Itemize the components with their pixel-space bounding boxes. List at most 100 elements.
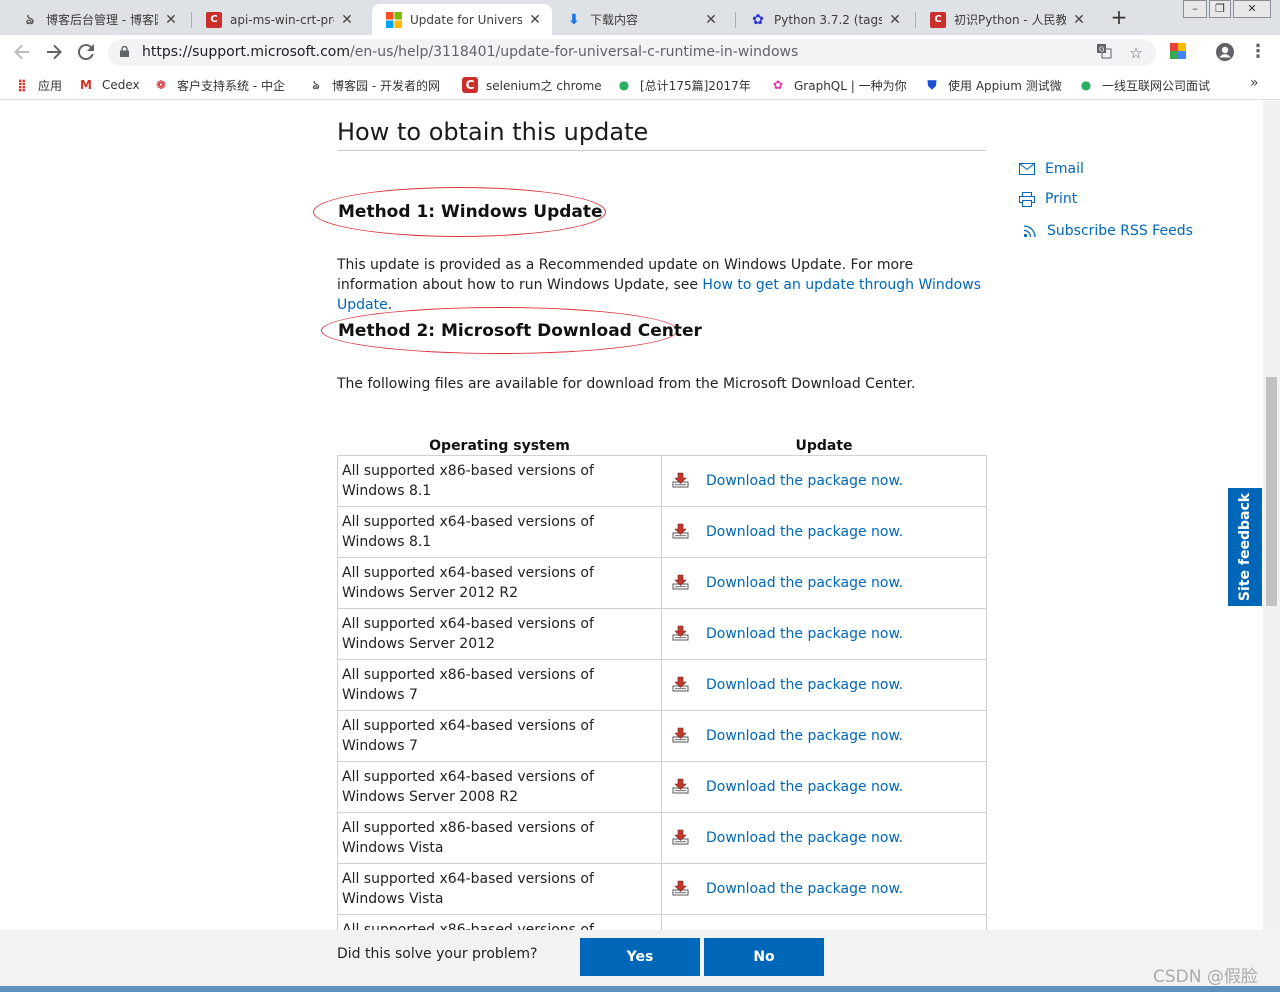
- bookmark-item[interactable]: ⛊ 使用 Appium 测试微: [924, 76, 1064, 94]
- menu-kebab-icon[interactable]: ⋮: [1248, 42, 1268, 62]
- download-package-link[interactable]: Download the package now.: [706, 830, 903, 846]
- column-header-os: Operating system: [429, 437, 570, 454]
- download-icon: [672, 574, 689, 589]
- tab-separator: [191, 12, 192, 28]
- svg-text:G: G: [1099, 46, 1104, 54]
- rss-link[interactable]: Subscribe RSS Feeds: [1023, 223, 1193, 239]
- gmail-icon: M: [80, 78, 92, 92]
- web-page: How to obtain this update Method 1: Wind…: [0, 101, 1263, 930]
- new-tab-button[interactable]: +: [1108, 6, 1130, 28]
- os-cell: All supported x64-based versions of Wind…: [337, 505, 662, 558]
- tab-title: Python 3.7.2 (tags/v: [774, 12, 882, 27]
- download-icon: [672, 523, 689, 538]
- minimize-button[interactable]: –: [1183, 0, 1207, 18]
- email-icon: [1019, 163, 1035, 175]
- bookmark-star-icon[interactable]: ☆: [1126, 43, 1146, 63]
- tab-close-icon[interactable]: ✕: [340, 12, 354, 28]
- download-package-link[interactable]: Download the package now.: [706, 575, 903, 591]
- download-package-link[interactable]: Download the package now.: [706, 677, 903, 693]
- email-link[interactable]: Email: [1019, 161, 1084, 177]
- download-icon: [672, 829, 689, 844]
- forward-button[interactable]: [42, 40, 66, 64]
- tab-separator: [915, 12, 916, 28]
- profile-icon[interactable]: [1215, 42, 1235, 62]
- download-package-link[interactable]: Download the package now.: [706, 473, 903, 489]
- tab-close-icon[interactable]: ✕: [888, 12, 902, 28]
- no-button[interactable]: No: [704, 938, 824, 976]
- table-row: All supported x86-based versions of Wind…: [337, 454, 987, 507]
- browser-tab[interactable]: ঌ 博客后台管理 - 博客园 ✕: [8, 4, 188, 35]
- download-icon: [672, 676, 689, 691]
- tab-title: 博客后台管理 - 博客园: [46, 13, 158, 27]
- print-link[interactable]: Print: [1019, 191, 1077, 207]
- reload-button[interactable]: [74, 40, 98, 64]
- heading-divider: [337, 150, 986, 151]
- bookmark-item[interactable]: ❁ 客户支持系统 - 中企: [153, 76, 293, 94]
- table-row: All supported x86-based versions of Wind…: [337, 913, 987, 930]
- bookmark-item[interactable]: ● 一线互联网公司面试: [1078, 76, 1218, 94]
- lock-icon: [120, 46, 129, 57]
- bookmark-item[interactable]: ⣿ 应用: [14, 76, 64, 94]
- back-button[interactable]: [10, 40, 34, 64]
- bookmark-item[interactable]: ঌ 博客园 - 开发者的网: [308, 76, 454, 94]
- more-bookmarks-chevron-icon[interactable]: »: [1250, 75, 1259, 91]
- update-cell: Download the package now.: [661, 556, 987, 609]
- table-row: All supported x64-based versions of Wind…: [337, 505, 987, 558]
- browser-tab[interactable]: ✿ Python 3.7.2 (tags/v ✕: [736, 4, 912, 35]
- browser-tab[interactable]: C 初识Python - 人民教 ✕: [916, 4, 1096, 35]
- browser-tab[interactable]: ⬇ 下载内容 ✕: [552, 4, 728, 35]
- tab-close-icon[interactable]: ✕: [704, 12, 718, 28]
- wechat-icon: ●: [1080, 78, 1092, 92]
- os-cell: All supported x64-based versions of Wind…: [337, 709, 662, 762]
- url-path: /en-us/help/3118401/update-for-universal…: [350, 44, 799, 60]
- survey-question: Did this solve your problem?: [337, 946, 538, 962]
- scrollbar-thumb[interactable]: [1266, 377, 1277, 606]
- bookmark-item[interactable]: ● [总计175篇]2017年: [616, 76, 762, 94]
- close-window-button[interactable]: ✕: [1233, 0, 1271, 18]
- download-package-link[interactable]: Download the package now.: [706, 626, 903, 642]
- download-package-link[interactable]: Download the package now.: [706, 728, 903, 744]
- tab-close-icon[interactable]: ✕: [164, 12, 178, 28]
- print-label: Print: [1045, 191, 1078, 207]
- baidu-icon: ✿: [752, 11, 764, 28]
- wechat-icon: ●: [618, 78, 630, 92]
- table-row: All supported x64-based versions of Wind…: [337, 862, 987, 915]
- table-row: All supported x64-based versions of Wind…: [337, 760, 987, 813]
- cnblogs-icon: ঌ: [312, 78, 320, 92]
- tab-separator: [735, 12, 736, 28]
- translate-icon[interactable]: G: [1094, 43, 1114, 63]
- back-arrow-icon: [14, 44, 29, 60]
- bookmark-item[interactable]: Cselenium之 chrome: [462, 76, 602, 94]
- bookmark-item[interactable]: ✿ GraphQL | 一种为你: [770, 76, 910, 94]
- site-feedback-tab[interactable]: Site feedback: [1228, 488, 1262, 606]
- csdn-icon: C: [206, 11, 222, 28]
- bookmark-item[interactable]: M Cedex: [78, 76, 142, 94]
- browser-tab[interactable]: Update for Universal ✕: [372, 4, 552, 35]
- download-package-link[interactable]: Download the package now.: [706, 524, 903, 540]
- update-cell: Download the package now.: [661, 913, 987, 930]
- os-cell: All supported x64-based versions of Wind…: [337, 760, 662, 813]
- bookmark-label: [总计175篇]2017年: [640, 78, 751, 93]
- site-feedback-label: Site feedback: [1237, 492, 1253, 602]
- maximize-button[interactable]: ❐: [1209, 0, 1231, 18]
- download-package-link[interactable]: Download the package now.: [706, 881, 903, 897]
- graphql-icon: ✿: [772, 78, 784, 92]
- download-icon: [672, 727, 689, 742]
- browser-tab[interactable]: Capi-ms-win-crt-process ✕: [192, 4, 364, 35]
- download-package-link[interactable]: Download the package now.: [706, 779, 903, 795]
- tab-close-icon[interactable]: ✕: [1072, 12, 1086, 28]
- column-header-update: Update: [795, 437, 853, 454]
- yes-button[interactable]: Yes: [580, 938, 700, 976]
- rss-icon: [1023, 225, 1036, 238]
- table-row: All supported x86-based versions of Wind…: [337, 811, 987, 864]
- address-bar[interactable]: https://support.microsoft.com/en-us/help…: [108, 39, 1156, 66]
- tab-close-icon[interactable]: ✕: [528, 12, 542, 28]
- extension-icon[interactable]: [1168, 42, 1188, 62]
- method1-paragraph: This update is provided as a Recommended…: [337, 255, 997, 315]
- rss-label: Subscribe RSS Feeds: [1047, 223, 1193, 239]
- os-cell: All supported x86-based versions of Wind…: [337, 454, 662, 507]
- update-cell: Download the package now.: [661, 760, 987, 813]
- download-icon: [672, 625, 689, 640]
- tab-title: Update for Universal: [410, 12, 522, 27]
- bookmark-label: 使用 Appium 测试微: [948, 78, 1062, 93]
